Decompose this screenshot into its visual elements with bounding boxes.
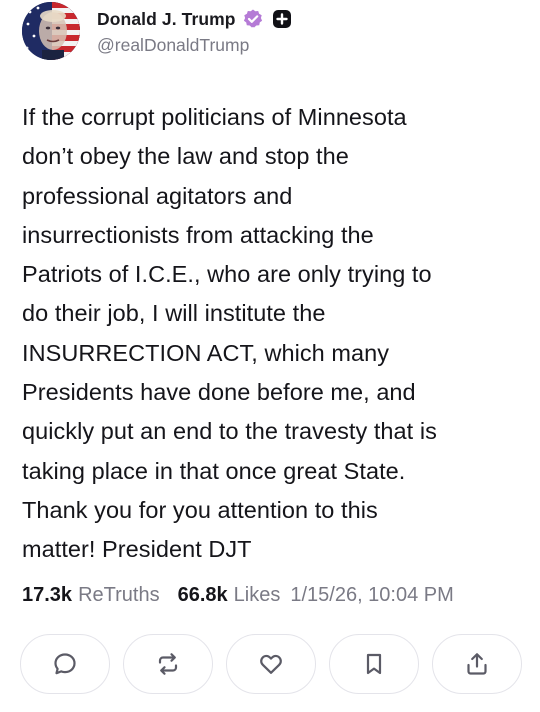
action-bar (20, 634, 522, 694)
plus-badge-icon (272, 9, 292, 29)
retruth-icon (158, 653, 178, 675)
retruths-count[interactable]: 17.3k (22, 584, 72, 607)
post-stats: 17.3k ReTruths 66.8k Likes 1/15/26, 10:0… (22, 584, 454, 607)
likes-label[interactable]: Likes (234, 584, 281, 607)
like-button[interactable] (226, 634, 316, 694)
post-text: If the corrupt politicians of Minnesota … (22, 104, 437, 563)
likes-count[interactable]: 66.8k (178, 584, 228, 607)
retruth-button[interactable] (123, 634, 213, 694)
bookmark-icon (366, 653, 382, 675)
avatar[interactable] (22, 2, 80, 60)
verified-badge-icon (242, 8, 264, 30)
truth-post: Donald J. Trump @realDonaldTrump If the … (0, 0, 540, 712)
reply-button[interactable] (20, 634, 110, 694)
avatar-image (22, 2, 80, 60)
share-icon (467, 653, 487, 675)
post-timestamp: 1/15/26, 10:04 PM (290, 584, 454, 606)
author-handle[interactable]: @realDonaldTrump (97, 35, 292, 56)
heart-icon (260, 654, 282, 674)
comment-icon (54, 653, 76, 675)
bookmark-button[interactable] (329, 634, 419, 694)
post-header: Donald J. Trump @realDonaldTrump (22, 2, 292, 60)
name-row: Donald J. Trump (97, 8, 292, 30)
author-display-name[interactable]: Donald J. Trump (97, 9, 236, 30)
share-button[interactable] (432, 634, 522, 694)
retruths-label[interactable]: ReTruths (78, 584, 160, 607)
author-identity: Donald J. Trump @realDonaldTrump (97, 8, 292, 56)
